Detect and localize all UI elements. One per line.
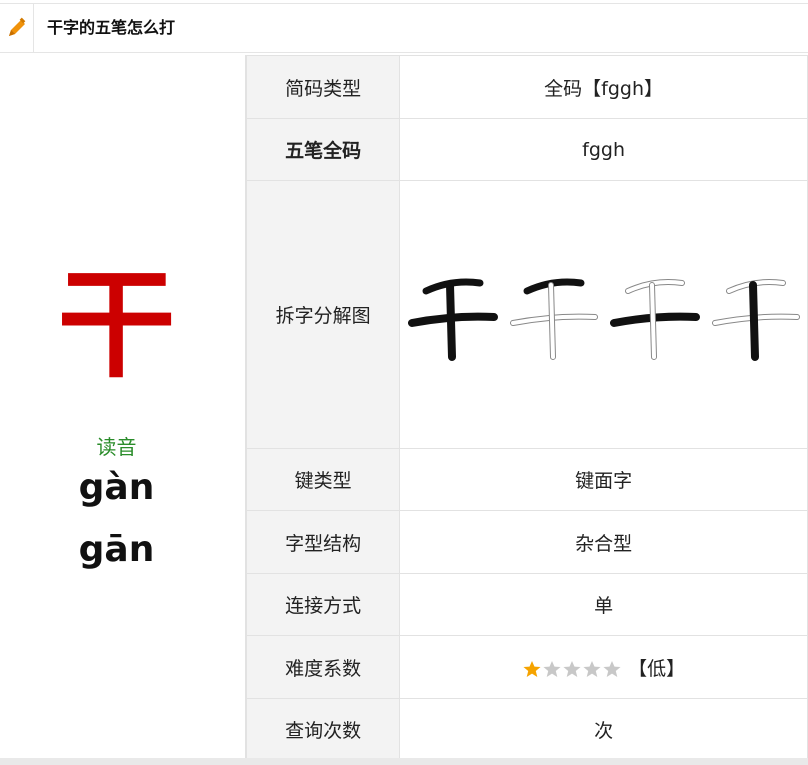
query-count-value: 次 [399, 698, 808, 760]
star-icon [603, 660, 621, 678]
star-icon [543, 660, 561, 678]
difficulty-stars [522, 660, 622, 678]
key-type-value: 键面字 [399, 448, 808, 511]
star-icon [583, 660, 601, 678]
star-icon [563, 660, 581, 678]
table-row: 键类型 键面字 [245, 448, 808, 511]
row-label: 简码类型 [245, 55, 401, 119]
difficulty-value: 【低】 [628, 657, 686, 680]
stroke-step-image [408, 278, 499, 361]
table-row: 字型结构 杂合型 [245, 510, 808, 574]
connection-value: 单 [399, 573, 808, 636]
stroke-step-image [711, 278, 800, 361]
big-character: 干 [57, 256, 176, 394]
row-label: 查询次数 [245, 698, 401, 760]
row-label: 拆字分解图 [245, 180, 401, 449]
character-panel: 干 读音 gàn gān [0, 55, 246, 758]
table-row: 简码类型 全码【fggh】 [245, 55, 808, 119]
decomposition-cell [399, 180, 808, 449]
pencil-icon [0, 4, 34, 52]
code-type-value: 全码【fggh】 [399, 55, 808, 119]
table-row: 五笔全码 fggh [245, 118, 808, 181]
table-row: 难度系数 【低】 [245, 635, 808, 699]
wubi-info-table: 简码类型 全码【fggh】 五笔全码 fggh 拆字分解图 键类型 键面字 字型… [245, 55, 808, 760]
star-icon [523, 660, 541, 678]
table-row: 拆字分解图 [245, 180, 808, 449]
stroke-step-image [610, 278, 701, 360]
table-row: 查询次数 次 [245, 698, 808, 760]
table-row: 连接方式 单 [245, 573, 808, 636]
row-label: 五笔全码 [245, 118, 401, 181]
stroke-step-image [510, 278, 599, 360]
row-label: 连接方式 [245, 573, 401, 636]
difficulty-cell: 【低】 [399, 635, 808, 699]
row-label: 字型结构 [245, 510, 401, 574]
row-label: 难度系数 [245, 635, 401, 699]
row-label: 键类型 [245, 448, 401, 511]
structure-value: 杂合型 [399, 510, 808, 574]
stroke-decomposition [400, 265, 807, 365]
page-title: 干字的五笔怎么打 [47, 18, 176, 37]
pinyin-reading: gàn [78, 467, 155, 508]
page-bottom-bar [0, 758, 808, 765]
page-header: 干字的五笔怎么打 [0, 3, 808, 53]
pinyin-reading: gān [78, 529, 155, 570]
reading-label: 读音 [96, 435, 137, 459]
full-code-value: fggh [399, 118, 808, 181]
